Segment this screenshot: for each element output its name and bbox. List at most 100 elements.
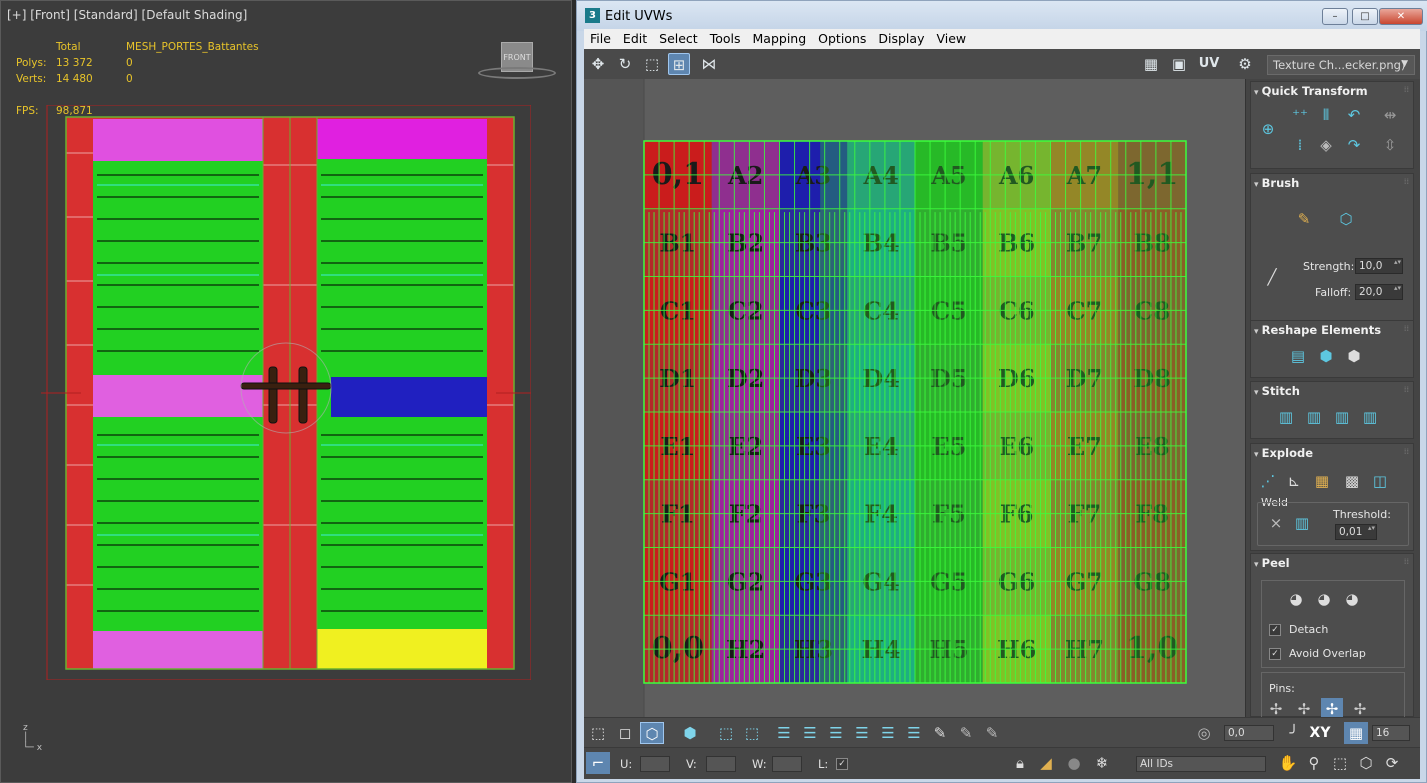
unpin-icon[interactable]: ✢ bbox=[1293, 698, 1315, 717]
minimize-button[interactable]: – bbox=[1322, 8, 1348, 25]
peel-mode-icon[interactable]: ◕ bbox=[1313, 588, 1335, 610]
rotate-icon[interactable]: ↻ bbox=[614, 53, 636, 75]
edit-uvws-window[interactable]: 3 Edit UVWs – □ ✕ File Edit Select Tools Map… bbox=[576, 0, 1427, 783]
grid-align-icon[interactable]: ◈ bbox=[1315, 134, 1337, 156]
ring-shrink-icon[interactable]: ☰ bbox=[902, 722, 926, 744]
menu-options[interactable]: Options bbox=[812, 29, 872, 48]
flatten-by-material-icon[interactable]: ◫ bbox=[1369, 470, 1391, 492]
loop-shrink-icon[interactable]: ☰ bbox=[824, 722, 848, 744]
align-horizontal-icon[interactable]: ⁺⁺ bbox=[1289, 104, 1311, 126]
straighten-selection-icon[interactable]: ▤ bbox=[1287, 345, 1309, 367]
break-icon[interactable]: ⋰ bbox=[1257, 470, 1279, 492]
w-field[interactable] bbox=[772, 756, 802, 772]
relax-icon[interactable]: ⬢ bbox=[1343, 345, 1365, 367]
relax-until-flat-icon[interactable]: ⬢ bbox=[1315, 345, 1337, 367]
space-vertical-icon[interactable]: ⇳ bbox=[1379, 134, 1401, 156]
stitch-header[interactable]: Stitch bbox=[1254, 384, 1300, 398]
zoom-region-icon[interactable]: ⬚ bbox=[1328, 752, 1352, 774]
uv-label[interactable]: UV bbox=[1196, 53, 1222, 75]
freeze-icon[interactable]: ❄ bbox=[1090, 752, 1114, 774]
rotate-value-field[interactable]: 0,0 bbox=[1224, 725, 1274, 741]
flatten-by-polygon-icon[interactable]: ▦ bbox=[1311, 470, 1333, 492]
uv-svg[interactable]: 0,1 A2 A3 A4 A5 A6 A7 1,1B1 B2 B3 B4 B5 B6 B7 B8C1 C2 C3… bbox=[584, 79, 1245, 717]
menu-file[interactable]: File bbox=[584, 29, 617, 48]
align-pivot-icon[interactable]: ⊕ bbox=[1257, 118, 1279, 140]
snap-grid-icon[interactable]: ▦ bbox=[1344, 722, 1368, 744]
detach-edge-icon[interactable]: ⊾ bbox=[1283, 470, 1305, 492]
rotate-cw-icon[interactable]: ↷ bbox=[1343, 134, 1365, 156]
door-mesh[interactable] bbox=[41, 105, 531, 680]
weld-selected-icon[interactable]: ⨯ bbox=[1265, 512, 1287, 534]
reset-peel-icon[interactable]: ◕ bbox=[1341, 588, 1363, 610]
stitch-custom-icon[interactable]: ▥ bbox=[1275, 406, 1297, 428]
freeform-icon[interactable]: ⊞ bbox=[668, 53, 690, 75]
stitch-to-source-icon[interactable]: ▥ bbox=[1359, 406, 1381, 428]
relax-brush-icon[interactable]: ⬡ bbox=[1335, 208, 1357, 230]
show-map-icon[interactable]: ▣ bbox=[1168, 53, 1190, 75]
grow-selection-icon[interactable]: ⬚ bbox=[714, 722, 738, 744]
lock-icon[interactable]: 🔒︎ bbox=[1008, 752, 1032, 774]
falloff-type-icon[interactable]: ╯ bbox=[1282, 722, 1306, 744]
checker-pattern-icon[interactable]: ▦ bbox=[1140, 53, 1162, 75]
pin-icon[interactable]: ✢ bbox=[1265, 698, 1287, 717]
maximize-button[interactable]: □ bbox=[1352, 8, 1378, 25]
zoom-icon[interactable]: ⚲ bbox=[1302, 752, 1326, 774]
texture-dropdown[interactable]: Texture Ch...ecker.png) ▼ bbox=[1267, 55, 1415, 75]
edge-mode-icon[interactable]: ◻ bbox=[613, 722, 637, 744]
texture-settings-icon[interactable]: ⚙ bbox=[1234, 53, 1256, 75]
u-field[interactable] bbox=[640, 756, 670, 772]
stitch-to-target-icon[interactable]: ▥ bbox=[1303, 406, 1325, 428]
filter-icon[interactable]: ● bbox=[1062, 752, 1086, 774]
face-mode-icon[interactable]: ⬡ bbox=[640, 722, 664, 744]
viewcube-ring[interactable] bbox=[478, 67, 556, 79]
perspective-viewport[interactable]: [+] [Front] [Standard] [Default Shading]… bbox=[0, 0, 572, 783]
vertex-mode-icon[interactable]: ⬚ bbox=[586, 722, 610, 744]
l-checkbox[interactable]: ✓ bbox=[836, 758, 848, 770]
v-field[interactable] bbox=[706, 756, 736, 772]
paint-move-icon[interactable]: ✎ bbox=[1293, 208, 1315, 230]
pan-icon[interactable]: ✋ bbox=[1276, 752, 1300, 774]
brush-header[interactable]: Brush bbox=[1254, 176, 1300, 190]
menu-edit[interactable]: Edit bbox=[617, 29, 653, 48]
ids-dropdown[interactable]: All IDs bbox=[1136, 756, 1266, 772]
loop-icon[interactable]: ☰ bbox=[772, 722, 796, 744]
shrink-selection-icon[interactable]: ⬚ bbox=[740, 722, 764, 744]
loop-grow-icon[interactable]: ☰ bbox=[798, 722, 822, 744]
zoom-extents-icon[interactable]: ⬡ bbox=[1354, 752, 1378, 774]
absolute-mode-icon[interactable]: ⌐ bbox=[586, 752, 610, 774]
grid-size-field[interactable]: 16 bbox=[1372, 725, 1410, 741]
auto-pin-icon[interactable]: ✢ bbox=[1321, 698, 1343, 717]
detach-checkbox[interactable]: ✓ bbox=[1269, 624, 1281, 636]
soft-select-icon[interactable]: ◎ bbox=[1192, 722, 1216, 744]
peel-header[interactable]: Peel bbox=[1254, 556, 1290, 570]
element-mode-icon[interactable]: ⬢ bbox=[678, 722, 702, 744]
close-button[interactable]: ✕ bbox=[1379, 8, 1423, 25]
stitch-average-icon[interactable]: ▥ bbox=[1331, 406, 1353, 428]
straighten-icon[interactable]: ⁞ bbox=[1289, 134, 1311, 156]
menu-tools[interactable]: Tools bbox=[704, 29, 747, 48]
menu-view[interactable]: View bbox=[930, 29, 972, 48]
menu-select[interactable]: Select bbox=[653, 29, 704, 48]
rotate-ccw-icon[interactable]: ↶ bbox=[1343, 104, 1365, 126]
space-horizontal-icon[interactable]: ⇹ bbox=[1379, 104, 1401, 126]
explode-header[interactable]: Explode bbox=[1254, 446, 1313, 460]
viewport-label[interactable]: [+] [Front] [Standard] [Default Shading] bbox=[7, 8, 247, 22]
ring-icon[interactable]: ☰ bbox=[850, 722, 874, 744]
paint-select-grow-icon[interactable]: ✎ bbox=[954, 722, 978, 744]
align-vertical-icon[interactable]: ⦀ bbox=[1315, 104, 1337, 126]
ring-grow-icon[interactable]: ☰ bbox=[876, 722, 900, 744]
strength-spinner[interactable]: 10,0 bbox=[1355, 258, 1403, 274]
quick-peel-icon[interactable]: ◕ bbox=[1285, 588, 1307, 610]
falloff-curve-icon[interactable]: ╱ bbox=[1261, 266, 1283, 288]
menu-mapping[interactable]: Mapping bbox=[747, 29, 813, 48]
menu-display[interactable]: Display bbox=[872, 29, 930, 48]
move-icon[interactable]: ✥ bbox=[587, 53, 609, 75]
zoom-selected-icon[interactable]: ⟳ bbox=[1380, 752, 1404, 774]
mirror-icon[interactable]: ⋈ bbox=[698, 53, 720, 75]
reshape-header[interactable]: Reshape Elements bbox=[1254, 323, 1381, 337]
select-pins-icon[interactable]: ✢ bbox=[1349, 698, 1371, 717]
flatten-by-smoothing-icon[interactable]: ▩ bbox=[1341, 470, 1363, 492]
paint-select-shrink-icon[interactable]: ✎ bbox=[980, 722, 1004, 744]
title-bar[interactable]: 3 Edit UVWs – □ ✕ bbox=[577, 1, 1427, 31]
threshold-spinner[interactable]: 0,01 bbox=[1335, 524, 1377, 540]
